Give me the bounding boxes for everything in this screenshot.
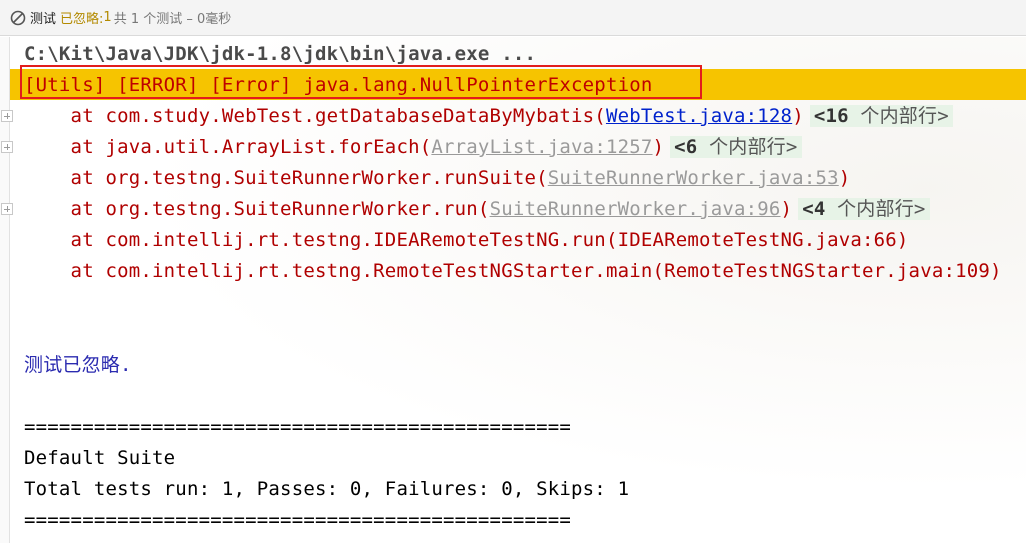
command-line: C:\Kit\Java\JDK\jdk-1.8\jdk\bin\java.exe… <box>24 43 537 65</box>
stack-frame: at com.intellij.rt.testng.RemoteTestNGSt… <box>24 260 1002 282</box>
test-totals: Total tests run: 1, Passes: 0, Failures:… <box>24 478 630 500</box>
stack-frame-close: ) <box>780 198 793 220</box>
fold-text: 个内部行> <box>697 136 798 158</box>
ignored-count: 1 <box>103 10 112 25</box>
suite-name: Default Suite <box>24 447 176 469</box>
ignored-test-icon <box>10 10 26 25</box>
stack-frame: at com.study.WebTest.getDatabaseDataByMy… <box>24 102 953 130</box>
stack-frame-text: at com.study.WebTest.getDatabaseDataByMy… <box>24 105 606 127</box>
stack-frame-text: at org.testng.SuiteRunnerWorker.runSuite… <box>24 167 548 189</box>
stack-frame-text: at org.testng.SuiteRunnerWorker.run( <box>24 198 490 220</box>
collapsed-lines-badge[interactable]: <4 个内部行> <box>798 198 930 220</box>
error-line: [Utils] [ERROR] [Error] java.lang.NullPo… <box>24 74 653 96</box>
source-link[interactable]: WebTest.java:128 <box>606 105 792 127</box>
collapsed-lines-badge[interactable]: <6 个内部行> <box>670 136 802 158</box>
fold-count: <4 <box>802 198 826 220</box>
source-link[interactable]: SuiteRunnerWorker.java:96 <box>490 198 781 220</box>
test-status-bar: 测试 已忽略: 1 共 1 个测试 – 0毫秒 <box>0 0 1026 36</box>
skipped-message: 测试已忽略. <box>24 354 132 376</box>
fold-count: <6 <box>674 136 698 158</box>
source-link[interactable]: ArrayList.java:1257 <box>431 136 652 158</box>
expand-fold-icon[interactable] <box>1 203 13 215</box>
expand-fold-icon[interactable] <box>1 110 13 122</box>
stack-frame-close: ) <box>838 167 851 189</box>
stack-frame-text: at java.util.ArrayList.forEach( <box>24 136 432 158</box>
source-link[interactable]: SuiteRunnerWorker.java:53 <box>548 167 839 189</box>
ignored-label: 已忽略: <box>60 12 104 27</box>
console-output[interactable]: C:\Kit\Java\JDK\jdk-1.8\jdk\bin\java.exe… <box>1 37 1026 543</box>
separator-line: ========================================… <box>24 416 572 438</box>
stack-frame-close: ) <box>652 136 665 158</box>
fold-count: <16 <box>813 105 849 127</box>
stack-frame-close: ) <box>792 105 804 127</box>
fold-text: 个内部行> <box>825 198 926 220</box>
stack-frame: at com.intellij.rt.testng.IDEARemoteTest… <box>24 229 909 251</box>
expand-fold-icon[interactable] <box>1 141 13 153</box>
fold-text: 个内部行> <box>848 105 949 127</box>
separator-line: ========================================… <box>24 509 572 531</box>
stack-frame: at org.testng.SuiteRunnerWorker.run(Suit… <box>24 195 930 223</box>
stack-frame: at org.testng.SuiteRunnerWorker.runSuite… <box>24 164 851 192</box>
collapsed-lines-badge[interactable]: <16 个内部行> <box>809 105 953 127</box>
stack-frame: at java.util.ArrayList.forEach(ArrayList… <box>24 133 802 161</box>
status-tab-label: 测试 <box>30 12 57 27</box>
test-summary: 共 1 个测试 – 0毫秒 <box>113 12 232 27</box>
